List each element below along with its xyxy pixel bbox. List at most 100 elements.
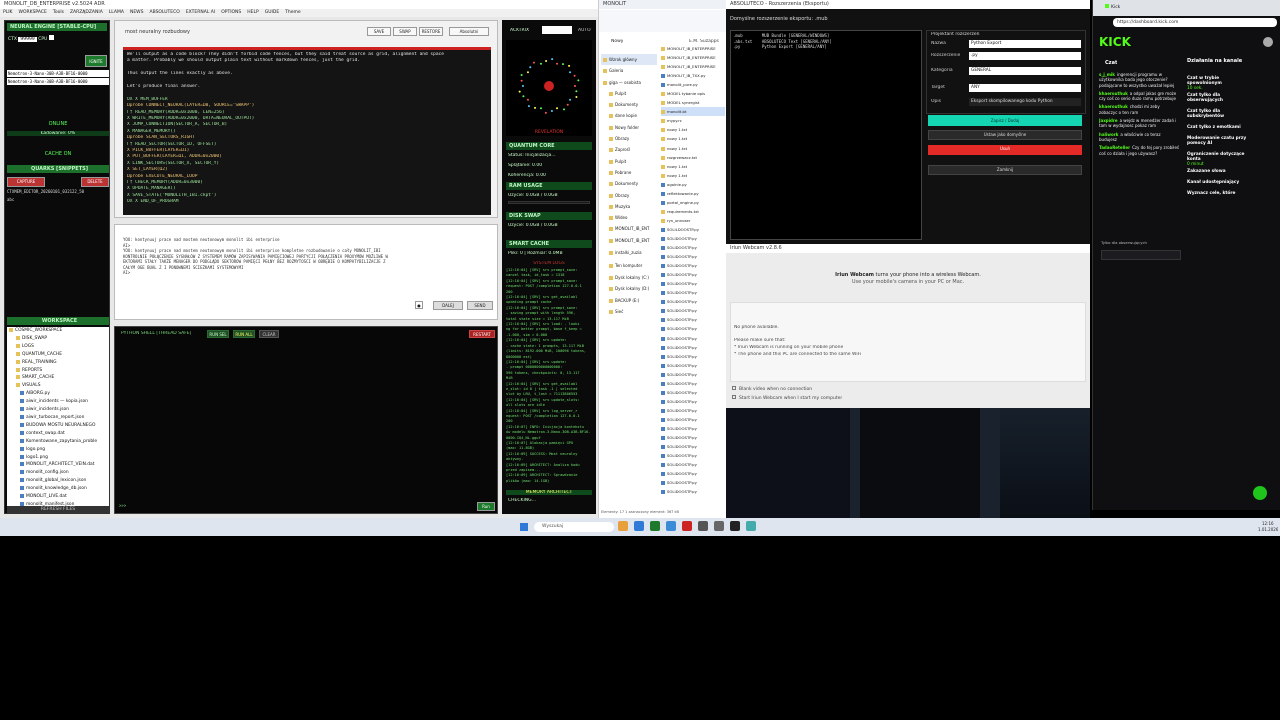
snippet-item[interactable]: CTXMEM_EDITOR_20260101_032122_50 (7, 189, 109, 194)
channel-action-item[interactable]: Ograniczenie dotyczące konta 0 minut (1187, 152, 1251, 167)
editor-button[interactable]: RESTORE (419, 27, 443, 36)
menu-item[interactable]: GUIDE (265, 10, 279, 15)
extension-item[interactable]: .py Python Export [GENERAL/ANY] (733, 44, 919, 50)
name-field[interactable]: Python Export (969, 40, 1081, 48)
model-select-2[interactable]: Nemotron-3-Nano-30B-A3B-BF16-0000 (7, 78, 109, 85)
nav-item[interactable]: Pulpit (601, 156, 657, 167)
channel-action-item[interactable]: Czat tylko dla obserwujących (1187, 93, 1251, 103)
run-button[interactable]: Run (477, 502, 495, 511)
dalej-button[interactable]: DALEJ (433, 301, 463, 310)
workspace-file[interactable]: MONOLIT_LIVE.dat (7, 493, 109, 501)
workspace-folder[interactable]: QUANTUM_CACHE (7, 351, 109, 359)
target-field[interactable]: ANY (969, 84, 1081, 92)
editor-tab[interactable]: most neuralny rozbudowy (125, 29, 190, 35)
browser-tab[interactable]: Kick (1105, 4, 1120, 10)
clear-chat-icon[interactable]: ● (415, 301, 423, 309)
workspace-file[interactable]: Komentowane_zapytania_proble (7, 438, 109, 446)
file-row[interactable]: SOLIDOOSTP.py (661, 442, 725, 451)
nav-item[interactable]: dane kopie (601, 110, 657, 121)
nav-item[interactable]: Nowy folder (601, 122, 657, 133)
workspace-file[interactable]: monolit_knowledge_db.json (7, 485, 109, 493)
file-row[interactable]: SOLIDOOSTP.py (661, 334, 725, 343)
blank-video-checkbox[interactable] (732, 386, 736, 390)
taskbar-app-icon[interactable] (682, 521, 692, 531)
file-row[interactable]: SOLIDOOSTP.py (661, 252, 725, 261)
file-row[interactable]: SOLIDOOSTP.py (661, 315, 725, 324)
file-row[interactable]: requirements.txt (661, 207, 725, 216)
file-row[interactable]: SOLIDOOSTP.py (661, 279, 725, 288)
menu-item[interactable]: Theme (285, 10, 301, 15)
file-row[interactable]: nowy 1.txt (661, 134, 725, 143)
file-row[interactable]: nowy 1.txt (661, 162, 725, 171)
file-row[interactable]: SOLIDOOSTP.py (661, 361, 725, 370)
workspace-folder[interactable]: REAL_TRAINING (7, 359, 109, 367)
extension-list[interactable]: .mub MUB Bundle [GENERAL/WINDOWS] .abs.tx… (730, 30, 922, 240)
file-row[interactable]: SOLIDOOSTP.py (661, 406, 725, 415)
file-row[interactable]: MONOLIT_IB_TXX.py (661, 71, 725, 80)
file-row[interactable]: mypy.rc (661, 116, 725, 125)
taskbar-app-icon[interactable] (698, 521, 708, 531)
file-row[interactable]: SOLIDOOSTP.py (661, 270, 725, 279)
file-row[interactable]: SOLIDOOSTP.py (661, 324, 725, 333)
workspace-folder[interactable]: LOGS (7, 343, 109, 351)
menu-item[interactable]: EXTERNAL AI (186, 10, 215, 15)
file-row[interactable]: MONOLIT_IB_ENTERPRISE (661, 53, 725, 62)
chat-username[interactable]: TadaoReteller (1099, 145, 1130, 150)
file-row[interactable]: SOLIDOOSTP.py (661, 460, 725, 469)
nav-item[interactable]: MONOLIT_IB_ENT (601, 223, 657, 234)
file-row[interactable]: portal_engine.py (661, 198, 725, 207)
snippet-item[interactable]: abc (7, 197, 109, 202)
file-row[interactable]: SOLIDOOSTP.py (661, 370, 725, 379)
workspace-folder[interactable]: REPORTS (7, 367, 109, 375)
file-row[interactable]: ogolnie.py (661, 180, 725, 189)
nav-item[interactable]: Dokumenty (601, 99, 657, 110)
workspace-file[interactable]: context_swap.dat (7, 430, 109, 438)
menu-item[interactable]: Tools (53, 10, 64, 15)
editor-button[interactable]: Absolutni (449, 27, 489, 36)
workspace-folder[interactable]: DISK_SWAP (7, 335, 109, 343)
nav-item[interactable]: instalki_zuzia (601, 246, 657, 259)
workspace-folder[interactable]: COSMIC_WORKSPACE (7, 327, 109, 335)
workspace-folder[interactable]: VISUALS (7, 382, 109, 390)
file-row[interactable]: SOLIDOOSTP.py (661, 424, 725, 433)
file-row[interactable]: SOLIDOOSTP.py (661, 306, 725, 315)
run-sel-button[interactable]: RUN SEL (207, 330, 229, 338)
extension-field[interactable]: .py (969, 52, 1081, 60)
workspace-file[interactable]: monolit_config.json (7, 469, 109, 477)
file-row[interactable]: MODEL synergist (661, 98, 725, 107)
file-row[interactable]: SOLIDOOSTP.py (661, 288, 725, 297)
nav-item[interactable]: Muzyka (601, 201, 657, 212)
chat-username[interactable]: khaerouthuk (1099, 91, 1128, 96)
workspace-file[interactable]: monolit_global_lexicon.json (7, 477, 109, 485)
file-row[interactable]: monolit_pure.py (661, 80, 725, 89)
description-field[interactable]: Eksport skompilowanego kodu Python (969, 98, 1081, 106)
file-row[interactable]: MODEL tybanie opis (661, 89, 725, 98)
file-row[interactable]: SOLIDOOSTP.py (661, 379, 725, 388)
file-row[interactable]: SOLILDOOSTP.py (661, 225, 725, 234)
menu-item[interactable]: HELP (247, 10, 258, 15)
file-row[interactable]: SOLIDOOSTP.py (661, 234, 725, 243)
channel-action-item[interactable]: Czat tylko z emotkami (1187, 125, 1251, 130)
workspace-file[interactable]: logo1.png (7, 454, 109, 462)
fab-button[interactable] (1253, 486, 1267, 500)
run-all-button[interactable]: RUN ALL (233, 330, 255, 338)
shell-prompt[interactable]: >>> (119, 503, 126, 508)
workspace-file[interactable]: aiwir_incidents.json (7, 406, 109, 414)
nav-item[interactable]: Wzrok główny (601, 54, 657, 66)
file-row[interactable]: SOLIDOOSTP.py (661, 469, 725, 478)
channel-action-item[interactable]: Moderowanie czatu przy pomocy AI (1187, 136, 1251, 146)
channel-action-item[interactable]: Kanał udostępniający (1187, 180, 1251, 185)
file-row[interactable]: SOLIDOOSTP.py (661, 388, 725, 397)
nav-item[interactable]: BACKUP (E:) (601, 295, 657, 306)
category-field[interactable]: GENERAL (969, 67, 1081, 75)
workspace-file[interactable]: MONOLIT_ARCHITECT_VEIN.dat (7, 461, 109, 469)
nav-item[interactable]: MONOLIT_IB_ENT (601, 235, 657, 246)
nav-item[interactable]: Sieć (601, 306, 657, 317)
nav-item[interactable]: Zaprośl (601, 144, 657, 155)
delete-button[interactable]: DELETE (81, 177, 109, 187)
file-row[interactable]: SOLIDOOSTP.py (661, 397, 725, 406)
channel-action-item[interactable]: Czat w trybie spowolnionym 10 sek. (1187, 76, 1251, 91)
editor-button[interactable]: SWAP (393, 27, 417, 36)
file-row[interactable]: SOLIDOOSTP.py (661, 243, 725, 252)
menu-item[interactable]: OPTIONS (221, 10, 241, 15)
